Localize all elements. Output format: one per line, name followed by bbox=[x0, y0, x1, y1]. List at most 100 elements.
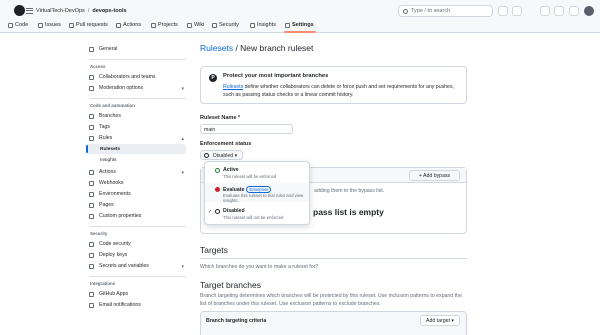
copilot-icon[interactable] bbox=[498, 6, 508, 16]
search-icon bbox=[403, 9, 408, 14]
sidebar-item-label: Rulesets bbox=[100, 146, 120, 152]
branch-targeting-panel: Branch targeting criteria Add target ▾ bbox=[200, 311, 467, 335]
sidebar-item-github-apps[interactable]: GitHub Apps bbox=[86, 289, 186, 299]
menu-icon[interactable] bbox=[25, 6, 34, 15]
tab-insights[interactable]: Insights bbox=[250, 22, 276, 28]
tab-wiki[interactable]: Wiki bbox=[187, 22, 204, 28]
menu-item-description: This ruleset will not be enforced bbox=[223, 215, 284, 220]
pull-requests-icon[interactable] bbox=[554, 6, 564, 16]
checkmark-icon: ✓ bbox=[208, 209, 213, 215]
protect-text: Rulesets define whether collaborators ca… bbox=[223, 83, 463, 99]
browser-icon bbox=[89, 202, 94, 208]
org-link[interactable]: VirtualTech-DevOps bbox=[36, 8, 85, 14]
skip-icon bbox=[215, 209, 220, 214]
mail-icon bbox=[89, 302, 94, 308]
issues-icon[interactable] bbox=[540, 6, 550, 16]
sidebar-item-code-security[interactable]: Code security bbox=[86, 239, 186, 249]
tab-pull-requests[interactable]: Pull requests bbox=[69, 22, 108, 28]
skip-icon bbox=[204, 153, 209, 158]
sidebar-heading-integrations: Integrations bbox=[90, 281, 116, 286]
sidebar-item-tags[interactable]: Tags bbox=[86, 122, 186, 132]
tab-settings[interactable]: Settings bbox=[285, 22, 314, 28]
sidebar-heading-access: Access bbox=[90, 64, 106, 69]
sidebar-item-actions[interactable]: Actions ▾ bbox=[86, 167, 186, 177]
sidebar-item-label: Rules bbox=[99, 135, 113, 141]
plus-icon[interactable] bbox=[512, 6, 522, 16]
ruleset-name-input[interactable]: main bbox=[200, 124, 293, 134]
tab-actions[interactable]: Actions bbox=[116, 22, 141, 28]
menu-item-evaluate[interactable]: Evaluate Enterprise Evaluate this ruleset… bbox=[205, 183, 309, 203]
github-logo-icon[interactable] bbox=[14, 5, 25, 16]
tag-icon bbox=[89, 124, 94, 130]
sidebar-item-insights[interactable]: Insights bbox=[86, 155, 186, 165]
sidebar-item-label: GitHub Apps bbox=[99, 291, 129, 297]
sidebar-item-label: Code security bbox=[99, 241, 131, 247]
people-icon bbox=[89, 74, 94, 80]
target-branches-description: Branch targeting determines which branch… bbox=[200, 293, 462, 307]
tab-label: Issues bbox=[45, 22, 61, 28]
add-target-button[interactable]: Add target ▾ bbox=[420, 315, 460, 326]
rulesets-link[interactable]: Rulesets bbox=[200, 43, 233, 53]
tab-code[interactable]: Code bbox=[8, 22, 28, 28]
add-bypass-button[interactable]: + Add bypass bbox=[409, 170, 460, 181]
server-icon bbox=[89, 191, 94, 197]
shield-icon bbox=[212, 22, 217, 28]
inbox-icon[interactable] bbox=[569, 6, 579, 16]
sidebar-item-branches[interactable]: Branches bbox=[86, 111, 186, 121]
enterprise-badge: Enterprise bbox=[246, 186, 272, 193]
code-icon bbox=[8, 22, 13, 28]
sidebar-divider bbox=[90, 276, 186, 277]
play-icon bbox=[116, 22, 121, 28]
sidebar-item-label: Email notifications bbox=[99, 302, 141, 308]
sidebar-item-secrets[interactable]: Secrets and variables ▾ bbox=[86, 261, 186, 271]
rules-icon bbox=[89, 135, 94, 141]
gear-icon bbox=[285, 22, 290, 28]
enforcement-status-button[interactable]: Disabled ▾ bbox=[200, 150, 243, 160]
sidebar-item-email-notifications[interactable]: Email notifications bbox=[86, 300, 186, 310]
menu-item-disabled[interactable]: ✓ Disabled This ruleset will not be enfo… bbox=[205, 205, 309, 224]
chevron-down-icon: ▾ bbox=[234, 153, 238, 159]
chevron-down-icon: ▾ bbox=[181, 170, 184, 176]
sidebar-item-deploy-keys[interactable]: Deploy keys bbox=[86, 250, 186, 260]
tab-projects[interactable]: Projects bbox=[151, 22, 178, 28]
rulesets-doc-link[interactable]: Rulesets bbox=[223, 84, 243, 90]
sidebar-item-rulesets[interactable]: Rulesets bbox=[86, 144, 186, 154]
tab-label: Settings bbox=[292, 22, 314, 28]
search-input[interactable]: Type / to search bbox=[398, 5, 493, 17]
menu-item-title: Active bbox=[223, 167, 239, 173]
webhook-icon bbox=[89, 180, 94, 186]
sidebar-item-webhooks[interactable]: Webhooks bbox=[86, 178, 186, 188]
sidebar-divider bbox=[90, 226, 186, 227]
sidebar-item-rules[interactable]: Rules ▴ bbox=[86, 133, 186, 143]
menu-item-title: Disabled bbox=[223, 208, 245, 214]
sidebar-item-general[interactable]: General bbox=[86, 44, 186, 54]
tab-label: Projects bbox=[158, 22, 178, 28]
key-icon bbox=[89, 252, 94, 258]
sidebar-item-custom-properties[interactable]: Custom properties bbox=[86, 211, 186, 221]
breadcrumb-separator: / bbox=[87, 8, 90, 14]
repo-link[interactable]: devops-tools bbox=[92, 8, 126, 14]
protect-banner: P Protect your most important branches R… bbox=[200, 66, 467, 104]
repo-tabs: Code Issues Pull requests Actions Projec… bbox=[0, 20, 600, 33]
note-icon bbox=[89, 213, 94, 219]
add-target-label: Add target bbox=[426, 318, 450, 324]
add-bypass-label: Add bypass bbox=[423, 173, 451, 179]
sidebar-item-collaborators[interactable]: Collaborators and teams bbox=[86, 72, 186, 82]
menu-item-active[interactable]: Active This ruleset will be enforced bbox=[205, 164, 309, 183]
sidebar-item-environments[interactable]: Environments bbox=[86, 189, 186, 199]
branch-icon bbox=[89, 113, 94, 119]
sidebar-divider bbox=[90, 98, 186, 99]
enforcement-status-label: Enforcement status bbox=[200, 141, 252, 147]
play-icon bbox=[89, 169, 94, 175]
sidebar-item-moderation[interactable]: Moderation options ▾ bbox=[86, 83, 186, 93]
avatar[interactable] bbox=[584, 6, 594, 16]
sidebar-item-label: Moderation options bbox=[99, 85, 144, 91]
targets-heading: Targets bbox=[200, 245, 228, 255]
sidebar-item-pages[interactable]: Pages bbox=[86, 200, 186, 210]
menu-item-title-wrap: Evaluate Enterprise bbox=[223, 186, 272, 193]
tab-security[interactable]: Security bbox=[212, 22, 239, 28]
sidebar-heading-security: Security bbox=[90, 231, 108, 236]
protect-avatar: P bbox=[209, 74, 217, 82]
tab-issues[interactable]: Issues bbox=[38, 22, 61, 28]
menu-item-description: This ruleset will be enforced bbox=[223, 174, 277, 179]
